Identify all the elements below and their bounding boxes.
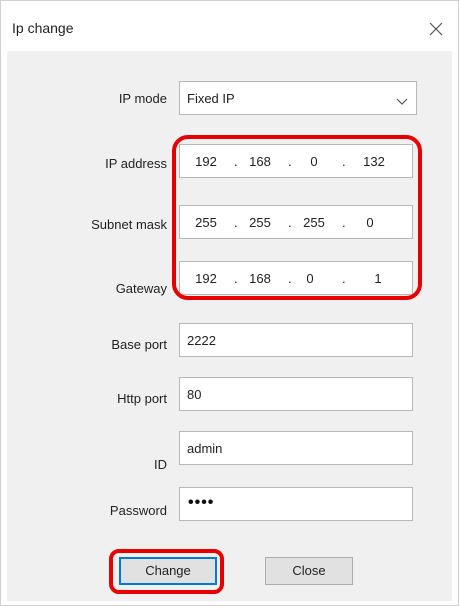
gateway-field[interactable]: 192 . 168 . 0 . 1 — [179, 261, 413, 295]
subnet-mask-field[interactable]: 255 . 255 . 255 . 0 — [179, 205, 413, 239]
ip-mode-value: Fixed IP — [187, 91, 235, 106]
close-icon[interactable] — [425, 19, 449, 41]
base-port-input[interactable]: 2222 — [179, 323, 413, 357]
http-port-label: Http port — [117, 391, 167, 406]
password-label: Password — [109, 503, 167, 518]
ip-address-octet-3: 0 — [310, 154, 318, 169]
gateway-octet-1: 192 — [195, 271, 217, 286]
ip-mode-label: IP mode — [118, 91, 167, 106]
id-value: admin — [187, 441, 223, 456]
id-label: ID — [154, 457, 167, 472]
ip-address-octet-4: 132 — [363, 154, 385, 169]
ip-address-octet-1: 192 — [195, 154, 217, 169]
dialog-title: Ip change — [12, 20, 74, 36]
http-port-input[interactable]: 80 — [179, 377, 413, 411]
subnet-mask-octet-4: 0 — [366, 215, 374, 230]
subnet-mask-octet-1: 255 — [195, 215, 217, 230]
change-button[interactable]: Change — [119, 557, 217, 585]
password-input[interactable]: •••• — [179, 487, 413, 521]
gateway-label: Gateway — [115, 281, 167, 296]
title-bar: Ip change — [1, 1, 458, 45]
ip-address-label: IP address — [105, 156, 167, 171]
gateway-octet-3: 0 — [306, 271, 314, 286]
subnet-mask-label: Subnet mask — [91, 217, 167, 232]
gateway-octet-4: 1 — [374, 271, 382, 286]
ip-mode-select[interactable]: Fixed IP — [179, 81, 417, 115]
gateway-octet-2: 168 — [249, 271, 271, 286]
close-button[interactable]: Close — [265, 557, 353, 585]
http-port-value: 80 — [187, 387, 202, 402]
chevron-down-icon — [396, 94, 408, 105]
base-port-label: Base port — [111, 337, 167, 352]
subnet-mask-octet-3: 255 — [303, 215, 325, 230]
ip-address-octet-2: 168 — [249, 154, 271, 169]
subnet-mask-octet-2: 255 — [249, 215, 271, 230]
password-masked-value: •••• — [188, 494, 215, 511]
ip-change-dialog: Ip change IP mode Fixed IP IP address 19… — [0, 0, 459, 606]
ip-address-field[interactable]: 192 . 168 . 0 . 132 — [179, 144, 413, 178]
dialog-body: IP mode Fixed IP IP address 192 . 168 . … — [7, 51, 452, 601]
base-port-value: 2222 — [187, 333, 216, 348]
id-input[interactable]: admin — [179, 431, 413, 465]
